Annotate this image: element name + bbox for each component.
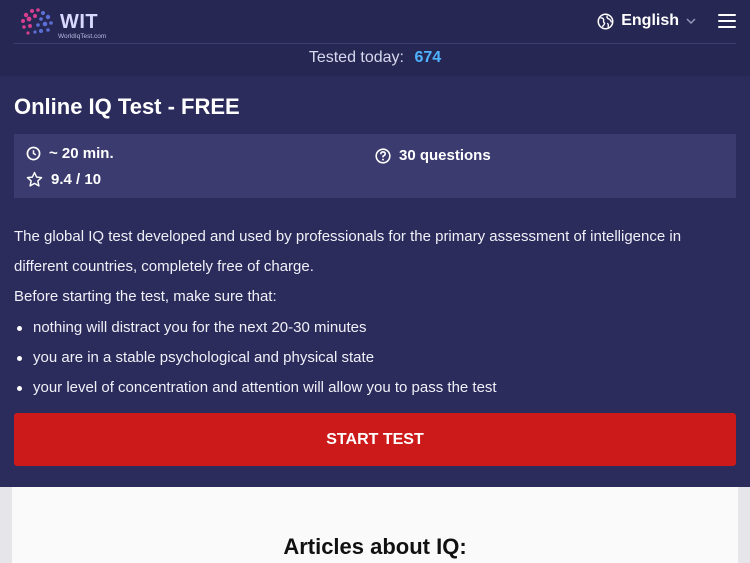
list-item: nothing will distract you for the next 2…: [14, 313, 736, 343]
duration-item: ~ 20 min.: [26, 145, 114, 162]
clock-icon: [26, 146, 41, 161]
language-label: English: [621, 12, 679, 29]
globe-icon: [597, 13, 614, 29]
before-starting-label: Before starting the test, make sure that…: [14, 288, 277, 305]
questions-item: 30 questions: [375, 147, 491, 164]
questions-text: 30 questions: [399, 147, 491, 164]
logo-text: WIT: [60, 11, 99, 33]
site-logo[interactable]: WIT WorldIqTest.com: [18, 5, 106, 41]
articles-title: Articles about IQ:: [283, 534, 467, 559]
brain-logo-icon: [21, 8, 53, 35]
articles-section: Articles about IQ:: [0, 487, 750, 563]
tested-today-bar: Tested today: 674: [0, 44, 750, 76]
test-info-box: ~ 20 min. 9.4 / 10 30 questions: [14, 134, 736, 198]
star-icon: [26, 171, 43, 187]
rating-text: 9.4 / 10: [51, 171, 102, 188]
hamburger-menu-icon[interactable]: [718, 14, 736, 28]
top-navbar: WIT WorldIqTest.com English: [14, 0, 736, 44]
logo-subtext: WorldIqTest.com: [58, 33, 107, 40]
rating-item: 9.4 / 10: [26, 171, 101, 188]
chevron-down-icon: [686, 18, 696, 24]
list-item: your level of concentration and attentio…: [14, 373, 736, 403]
tested-today-count: 674: [414, 49, 442, 66]
test-intro-section: Online IQ Test - FREE ~ 20 min. 9.4 / 10…: [0, 76, 750, 487]
articles-card: Articles about IQ:: [12, 487, 738, 563]
tested-today-label: Tested today:: [308, 49, 404, 66]
language-selector[interactable]: English: [597, 12, 696, 30]
list-item: you are in a stable psychological and ph…: [14, 343, 736, 373]
question-circle-icon: [375, 147, 391, 164]
duration-text: ~ 20 min.: [49, 145, 114, 162]
test-description: The global IQ test developed and used by…: [14, 228, 682, 275]
start-test-button[interactable]: START TEST: [14, 413, 736, 466]
preparation-list: nothing will distract you for the next 2…: [14, 313, 736, 403]
page-title: Online IQ Test - FREE: [14, 94, 240, 119]
